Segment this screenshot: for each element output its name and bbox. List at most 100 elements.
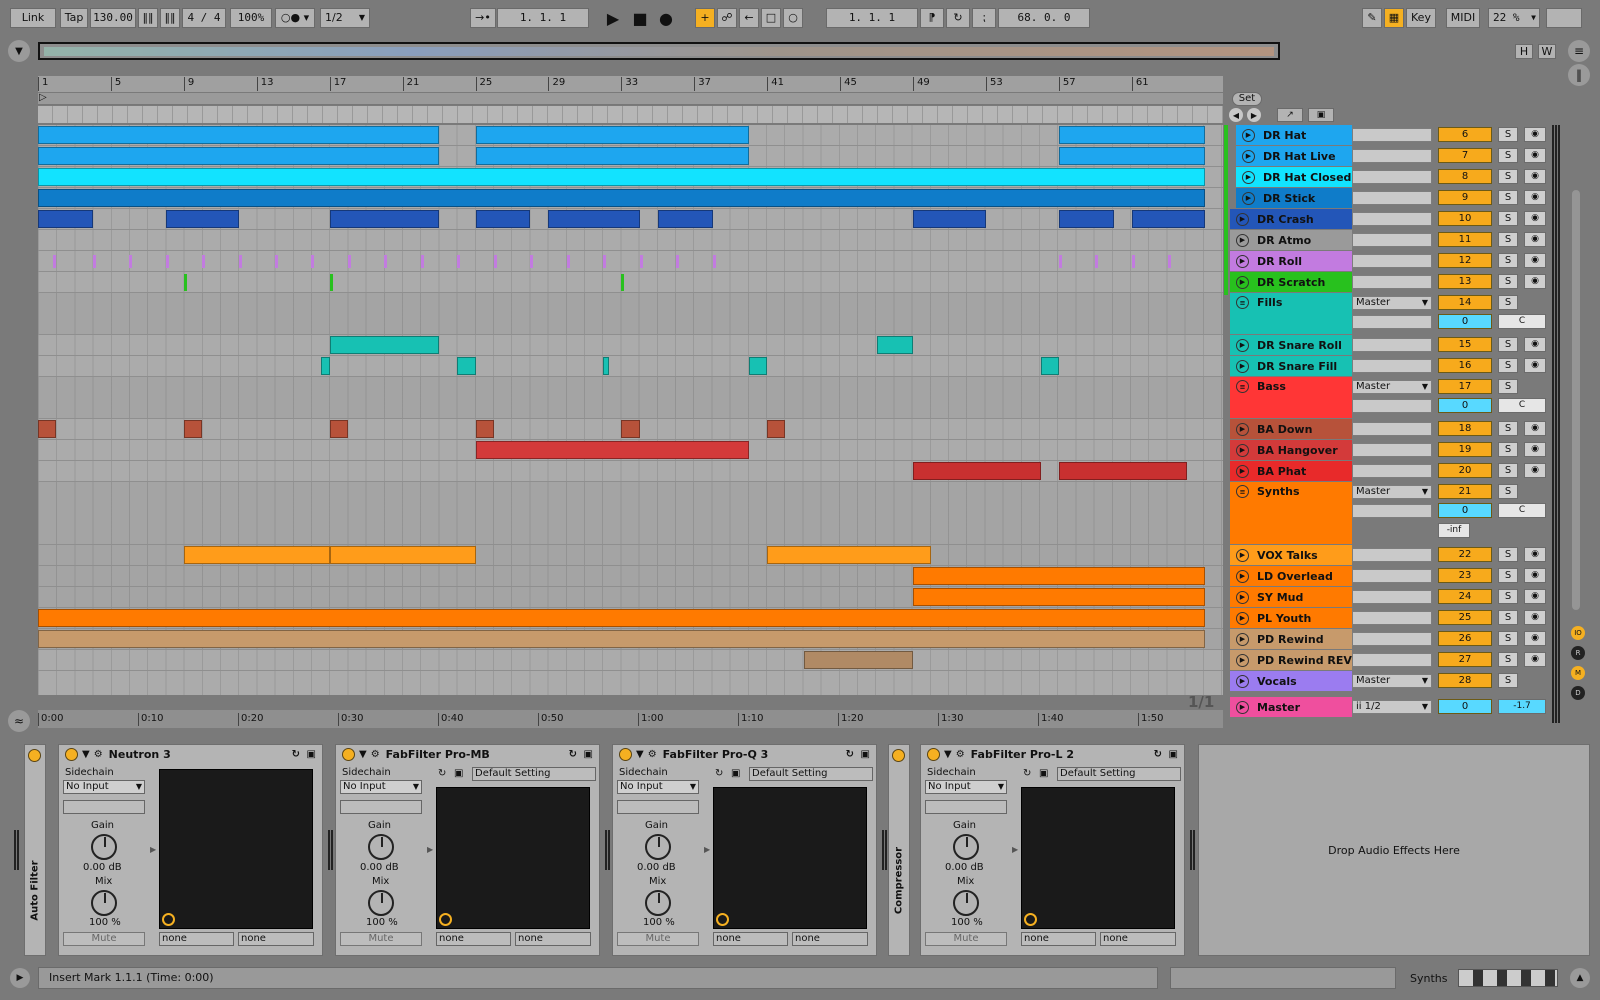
plugin-edit-icon[interactable]	[1024, 913, 1037, 926]
io-toggle-icon[interactable]: IO	[1571, 626, 1585, 640]
clip[interactable]	[38, 147, 440, 165]
solo-button[interactable]: S	[1498, 169, 1518, 184]
quantize-select[interactable]: 1/2 ▼	[320, 8, 370, 28]
power-icon[interactable]	[619, 747, 632, 761]
clip[interactable]	[38, 210, 93, 228]
track-activator-icon[interactable]: ▶	[1236, 338, 1249, 352]
track-activator-button[interactable]: 18	[1438, 421, 1492, 436]
gain-knob[interactable]	[368, 834, 394, 860]
power-icon[interactable]	[927, 747, 940, 761]
save-preset-icon[interactable]: ▣	[1169, 749, 1178, 760]
clip-marker[interactable]	[311, 255, 315, 268]
arm-icon[interactable]: ◉	[1524, 463, 1546, 478]
track-activator-button[interactable]: 6	[1438, 127, 1492, 142]
track-name[interactable]: ▶ DR Roll	[1230, 251, 1352, 271]
track-name[interactable]: ▶ PL Youth	[1230, 608, 1352, 628]
clip[interactable]	[876, 336, 914, 354]
sidechain-input-select[interactable]: No Input ▼	[340, 780, 422, 794]
track-activator-icon[interactable]: ▶	[1236, 359, 1249, 373]
arm-icon[interactable]: ◉	[1524, 190, 1546, 205]
loop-brace[interactable]: ▷	[38, 92, 1223, 105]
solo-button[interactable]: S	[1498, 547, 1518, 562]
track-activator-button[interactable]: 8	[1438, 169, 1492, 184]
fold-icon[interactable]: ▼	[359, 749, 367, 760]
track-activator-icon[interactable]: ▶	[1236, 700, 1249, 714]
hot-swap-icon[interactable]: ↻	[1023, 768, 1031, 779]
clip-marker[interactable]	[1058, 255, 1062, 268]
device-title-bar[interactable]: ▼ ⚙ FabFilter Pro-L 2 ↻ ▣	[921, 745, 1184, 763]
clip-marker[interactable]	[165, 255, 169, 268]
clip[interactable]	[475, 441, 749, 459]
clip[interactable]	[475, 420, 494, 438]
clip[interactable]	[913, 567, 1205, 585]
power-icon[interactable]	[65, 747, 78, 761]
arm-icon[interactable]: ◉	[1524, 169, 1546, 184]
solo-button[interactable]: S	[1498, 295, 1518, 310]
track-name[interactable]: ▶ Vocals	[1230, 671, 1352, 691]
device-title-bar[interactable]: ▼ ⚙ FabFilter Pro-Q 3 ↻ ▣	[613, 745, 876, 763]
track-activator-icon[interactable]: ▶	[1236, 464, 1249, 478]
track-activator-icon[interactable]: ▶	[1236, 632, 1249, 646]
session-record-icon[interactable]: ○	[783, 8, 803, 28]
pan-field[interactable]: 0	[1438, 699, 1492, 714]
device-title-bar[interactable]: ▼ ⚙ Neutron 3 ↻ ▣	[59, 745, 322, 763]
track-activator-button[interactable]: 26	[1438, 631, 1492, 646]
overview-strip[interactable]	[38, 42, 1280, 60]
track-activator-button[interactable]: 22	[1438, 547, 1492, 562]
solo-button[interactable]: S	[1498, 673, 1518, 688]
input-slot[interactable]	[1352, 504, 1432, 518]
clip[interactable]	[475, 147, 749, 165]
solo-button[interactable]: S	[1498, 190, 1518, 205]
track-activator-button[interactable]: 9	[1438, 190, 1492, 205]
signature-field[interactable]: 4 / 4	[182, 8, 226, 28]
track-lane[interactable]	[38, 377, 1223, 419]
clip[interactable]	[329, 420, 348, 438]
re-enable-automation-icon[interactable]: ←	[739, 8, 759, 28]
output-b-select[interactable]: none	[1100, 932, 1176, 946]
arm-icon[interactable]: ◉	[1524, 589, 1546, 604]
track-name[interactable]: ▶ LD Overlead	[1230, 566, 1352, 586]
clip-marker[interactable]	[347, 255, 351, 268]
output-a-select[interactable]: none	[713, 932, 788, 946]
output-routing-select[interactable]: Master ▼	[1352, 485, 1432, 499]
sidechain-input-select[interactable]: No Input ▼	[63, 780, 145, 794]
follow-icon[interactable]: →•	[470, 8, 496, 28]
loop-start-field[interactable]: 1. 1. 1	[826, 8, 918, 28]
menu-icon[interactable]: ≡	[1568, 40, 1590, 62]
track-lane[interactable]	[38, 293, 1223, 335]
track-slot[interactable]	[1352, 359, 1432, 373]
play-status-icon[interactable]: ▶	[10, 968, 30, 988]
output-a-select[interactable]: none	[436, 932, 511, 946]
beat-ruler[interactable]: 1 5 9 13 17 21 25 29 33 37 41 45 49 53 57 61	[38, 76, 1223, 92]
track-name[interactable]: ▶ BA Hangover	[1230, 440, 1352, 460]
clip-marker[interactable]	[420, 255, 424, 268]
vertical-scrollbar[interactable]	[1572, 190, 1580, 610]
track-slot[interactable]	[1352, 128, 1432, 142]
track-slot[interactable]	[1352, 443, 1432, 457]
track-slot[interactable]	[1352, 569, 1432, 583]
track-activator-icon[interactable]: ▶	[1236, 674, 1249, 688]
clip-marker[interactable]	[603, 255, 607, 268]
arm-icon[interactable]: ◉	[1524, 127, 1546, 142]
clip[interactable]	[548, 210, 640, 228]
center-button[interactable]: C	[1498, 398, 1546, 413]
optimize-width-button[interactable]: W	[1538, 44, 1556, 59]
wrench-icon[interactable]: ⚙	[648, 749, 657, 760]
clip-marker[interactable]	[493, 255, 497, 268]
track-activator-button[interactable]: 12	[1438, 253, 1492, 268]
track-name[interactable]: ▶ Master	[1230, 697, 1352, 717]
clip[interactable]	[38, 168, 1205, 186]
clip[interactable]	[165, 210, 239, 228]
track-slot[interactable]	[1352, 548, 1432, 562]
arrangement-view[interactable]	[38, 125, 1223, 695]
solo-button[interactable]: S	[1498, 148, 1518, 163]
drop-zone[interactable]: Drop Audio Effects Here	[1198, 744, 1590, 956]
mute-button[interactable]: Mute	[340, 932, 422, 946]
track-activator-icon[interactable]: ▶	[1236, 569, 1249, 583]
volume-field[interactable]: -1.7	[1498, 699, 1546, 714]
clip[interactable]	[38, 609, 1205, 627]
mix-knob[interactable]	[91, 890, 117, 916]
track-name[interactable]: ▶ DR Hat Closed	[1236, 167, 1352, 187]
plugin-device[interactable]: ▼ ⚙ FabFilter Pro-MB ↻ ▣ Sidechain No Input ▼ Ga…	[335, 744, 600, 956]
solo-button[interactable]: S	[1498, 631, 1518, 646]
